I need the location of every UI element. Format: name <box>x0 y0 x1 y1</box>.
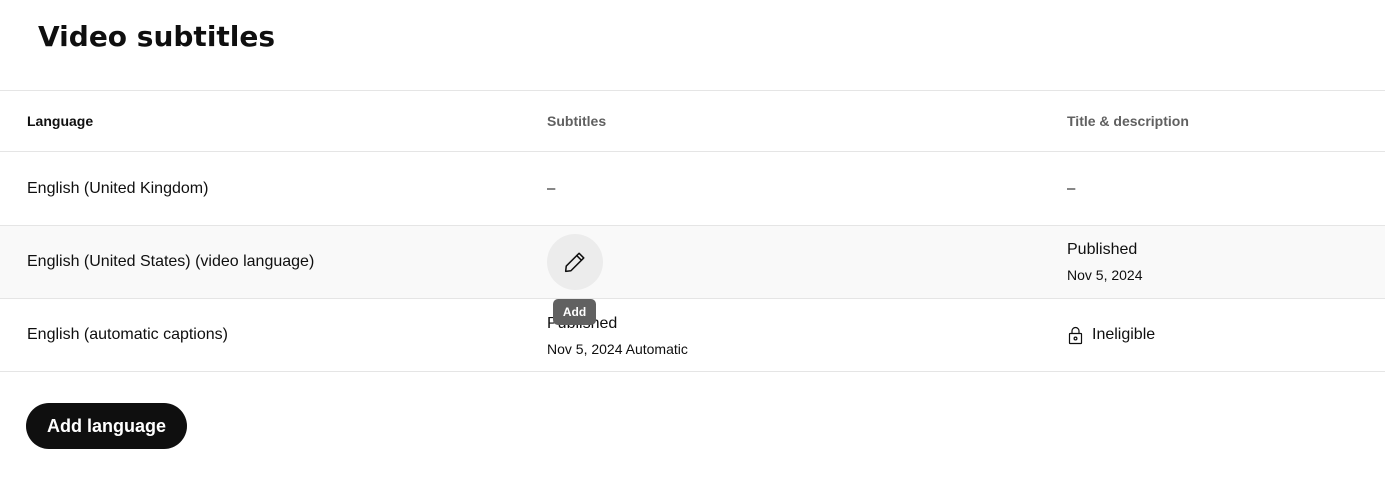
page-title: Video subtitles <box>38 20 276 53</box>
language-cell: English (automatic captions) <box>27 299 527 371</box>
title-description-cell: Ineligible <box>1067 299 1377 371</box>
subtitles-cell: Published Nov 5, 2024 Automatic <box>547 299 1047 371</box>
pencil-icon <box>564 252 585 273</box>
language-name: English (United States) (video language) <box>27 253 315 270</box>
lock-icon <box>1068 326 1083 344</box>
add-language-button[interactable]: Add language <box>26 403 188 449</box>
edit-subtitles-button[interactable] <box>547 234 603 290</box>
ineligible-status: Ineligible <box>1067 326 1377 345</box>
language-cell: English (United States) (video language) <box>27 226 527 298</box>
subtitles-detail: Nov 5, 2024 Automatic <box>547 341 688 357</box>
table-header-row: Language Subtitles Title & description <box>0 91 1385 152</box>
table-row: English (United Kingdom) – – <box>0 152 1385 226</box>
language-name: English (automatic captions) <box>27 326 228 343</box>
title-description-status: Published <box>1067 241 1138 258</box>
title-description-empty: – <box>1067 180 1076 197</box>
subtitles-cell: – <box>547 152 1047 225</box>
header-subtitles: Subtitles <box>547 113 607 129</box>
subtitles-empty: – <box>547 180 556 197</box>
title-description-cell: – <box>1067 152 1377 225</box>
video-subtitles-page: Video subtitles Language Subtitles Title… <box>0 0 1385 495</box>
header-title-description-cell[interactable]: Title & description <box>1067 91 1377 151</box>
header-subtitles-cell[interactable]: Subtitles <box>547 91 1047 151</box>
title-description-date: Nov 5, 2024 <box>1067 267 1143 283</box>
table-row: Add English (automatic captions) Publish… <box>0 299 1385 372</box>
subtitles-status: Published <box>547 314 1047 334</box>
add-tooltip: Add <box>553 299 596 325</box>
subtitles-table: Language Subtitles Title & description E… <box>0 90 1385 372</box>
table-row: English (United States) (video language)… <box>0 226 1385 299</box>
header-language-cell[interactable]: Language <box>27 91 527 151</box>
title-description-cell: Published Nov 5, 2024 <box>1067 226 1377 298</box>
language-cell: English (United Kingdom) <box>27 152 527 225</box>
ineligible-text: Ineligible <box>1092 326 1156 343</box>
header-title-description: Title & description <box>1067 113 1189 129</box>
header-language: Language <box>27 113 94 129</box>
language-name: English (United Kingdom) <box>27 179 209 197</box>
